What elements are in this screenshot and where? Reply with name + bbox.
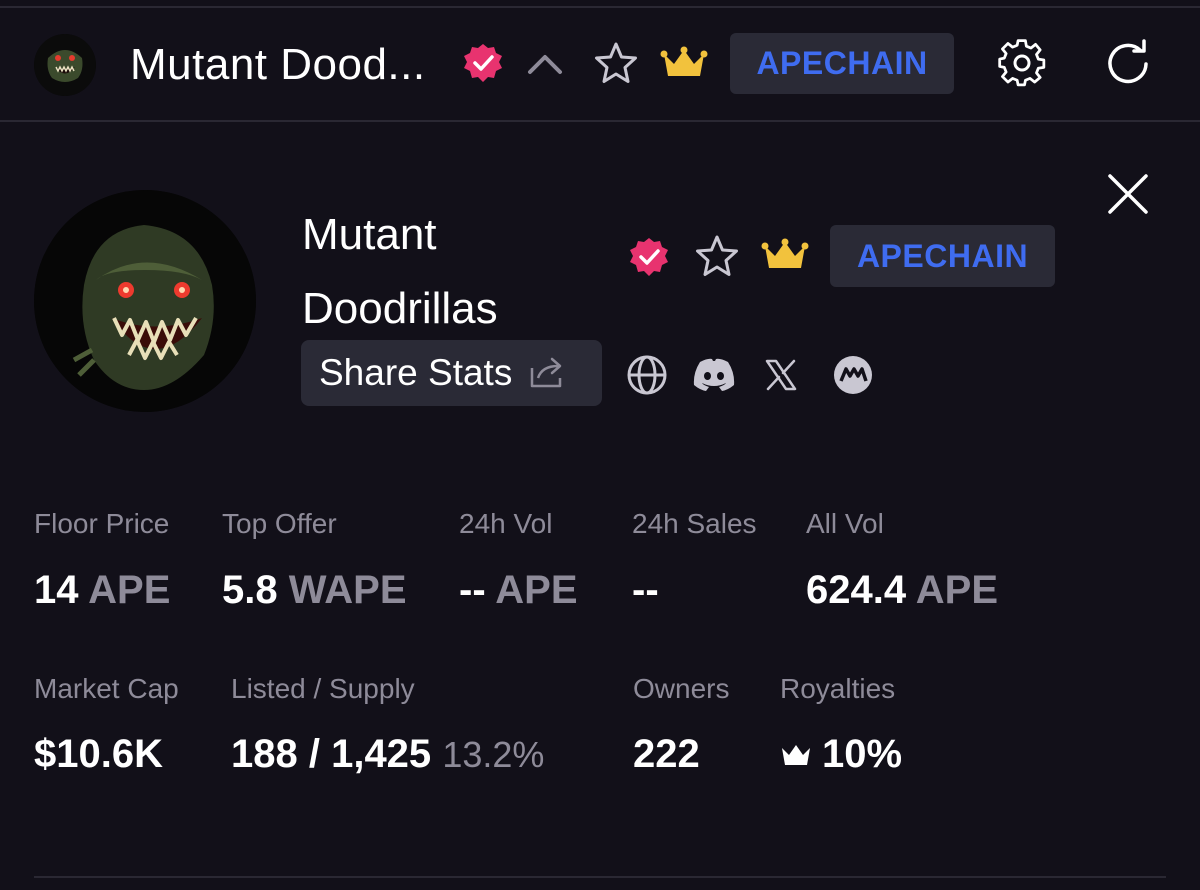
- collection-avatar-small[interactable]: [34, 34, 96, 96]
- close-icon[interactable]: [1106, 172, 1150, 221]
- royalties-value: 10%: [780, 732, 902, 777]
- vol-24h-value: -- APE: [459, 568, 578, 612]
- x-icon[interactable]: [764, 358, 798, 397]
- sales-24h-label: 24h Sales: [632, 508, 757, 539]
- star-icon[interactable]: [693, 233, 741, 286]
- share-stats-button[interactable]: Share Stats: [301, 340, 602, 406]
- magic-eden-icon[interactable]: [832, 354, 874, 401]
- market-cap-label: Market Cap: [34, 673, 179, 704]
- refresh-icon[interactable]: [1104, 38, 1154, 93]
- floor-price-value: 14 APE: [34, 568, 171, 612]
- floor-price-label: Floor Price: [34, 508, 170, 539]
- top-offer-label: Top Offer: [222, 508, 337, 539]
- chain-badge[interactable]: APECHAIN: [830, 225, 1055, 287]
- header-chain-badge[interactable]: APECHAIN: [730, 33, 954, 94]
- royalties-label: Royalties: [780, 673, 896, 704]
- share-stats-label: Share Stats: [319, 352, 513, 393]
- crown-icon: [660, 44, 708, 89]
- verified-badge-icon: [462, 42, 504, 89]
- chevron-up-icon[interactable]: [526, 48, 564, 83]
- vol-24h-label: 24h Vol: [459, 508, 553, 539]
- bottom-divider: [34, 876, 1166, 878]
- crown-icon: [782, 744, 810, 765]
- all-vol-value: 624.4 APE: [806, 568, 998, 612]
- all-vol-label: All Vol: [806, 508, 884, 539]
- top-offer-value: 5.8 WAPE: [222, 568, 407, 612]
- market-cap-value: $10.6K: [34, 732, 163, 776]
- star-icon[interactable]: [592, 40, 640, 93]
- header-collection-title[interactable]: Mutant Dood...: [130, 40, 426, 90]
- listed-supply-value: 188 / 1,425 13.2%: [231, 732, 545, 776]
- gear-icon[interactable]: [996, 37, 1048, 94]
- verified-badge-icon: [628, 236, 670, 283]
- owners-value: 222: [633, 732, 700, 776]
- globe-icon[interactable]: [626, 354, 668, 401]
- crown-icon: [761, 236, 809, 281]
- listed-supply-label: Listed / Supply: [231, 673, 415, 704]
- header-divider: [0, 120, 1200, 122]
- owners-label: Owners: [633, 673, 730, 704]
- collection-avatar: [34, 190, 256, 412]
- share-icon: [531, 357, 562, 388]
- sales-24h-value: --: [632, 568, 659, 612]
- discord-icon[interactable]: [692, 356, 736, 397]
- collection-name: Mutant Doodrillas: [302, 210, 498, 333]
